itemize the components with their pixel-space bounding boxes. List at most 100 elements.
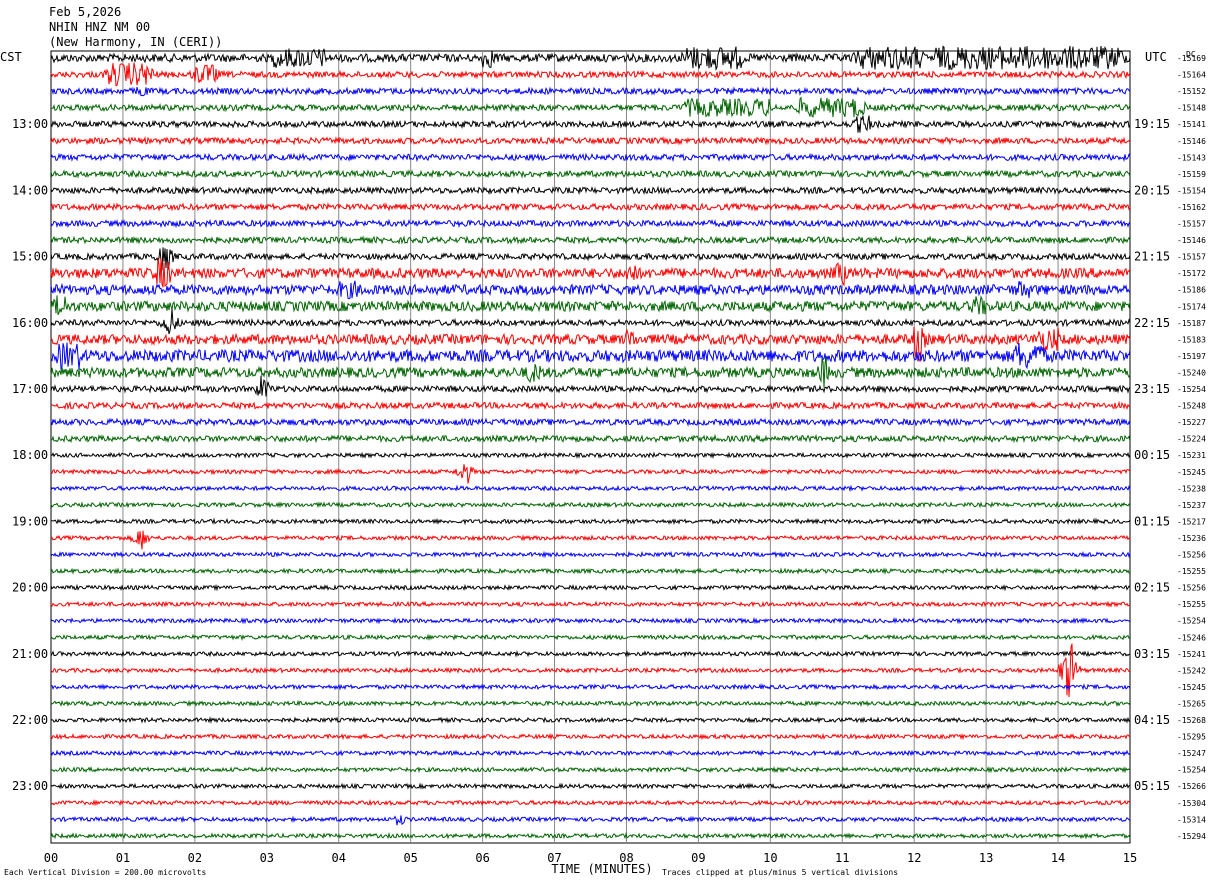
seismic-trace-32 (50, 583, 1131, 592)
right-hour-label: 21:15 (1134, 250, 1170, 264)
seismic-trace-2 (50, 86, 1131, 97)
dc-offset-label: -15247 (1177, 749, 1206, 758)
dc-offset-label: -15143 (1177, 153, 1206, 162)
dc-offset-label: -15237 (1177, 501, 1206, 510)
seismic-trace-6 (50, 152, 1131, 163)
seismic-trace-1 (50, 62, 1131, 87)
dc-offset-label: -15236 (1177, 534, 1206, 543)
dc-offset-label: -15157 (1177, 220, 1206, 229)
seismic-trace-46 (50, 815, 1131, 826)
seismic-trace-29 (50, 530, 1131, 550)
dc-offset-label: -15268 (1177, 716, 1206, 725)
right-hour-label: 04:15 (1134, 713, 1170, 727)
left-hour-label: 13:00 (12, 117, 48, 131)
x-tick-label: 14 (1051, 851, 1065, 865)
seismic-trace-21 (50, 400, 1131, 411)
right-hour-label: 01:15 (1134, 514, 1170, 528)
x-tick-label: 02 (188, 851, 202, 865)
seismic-trace-30 (50, 550, 1131, 559)
x-tick-label: 15 (1123, 851, 1137, 865)
x-tick-label: 12 (907, 851, 921, 865)
x-tick-label: 06 (475, 851, 489, 865)
dc-header-label: DC (1186, 50, 1196, 59)
seismic-trace-24 (50, 451, 1131, 460)
seismic-trace-44 (50, 782, 1131, 790)
dc-offset-label: -15266 (1177, 782, 1206, 791)
seismic-trace-26 (50, 484, 1131, 493)
seismic-trace-20 (50, 375, 1131, 397)
seismic-trace-40 (50, 716, 1131, 724)
dc-offset-label: -15240 (1177, 368, 1206, 377)
seismic-trace-8 (50, 185, 1131, 196)
dc-offset-label: -15238 (1177, 484, 1206, 493)
dc-offset-label: -15154 (1177, 186, 1206, 195)
dc-offset-label: -15295 (1177, 733, 1206, 742)
seismic-trace-11 (50, 235, 1131, 245)
seismic-trace-35 (50, 633, 1131, 641)
x-tick-label: 11 (835, 851, 849, 865)
left-hour-label: 15:00 (12, 250, 48, 264)
right-hour-label: 05:15 (1134, 779, 1170, 793)
dc-offset-label: -15255 (1177, 600, 1206, 609)
dc-offset-label: -15146 (1177, 236, 1206, 245)
dc-offset-label: -15162 (1177, 203, 1206, 212)
seismic-trace-34 (50, 616, 1131, 625)
dc-offset-label: -15187 (1177, 319, 1206, 328)
dc-offset-label: -15254 (1177, 766, 1206, 775)
x-tick-label: 09 (691, 851, 705, 865)
left-timezone-label: CST (0, 50, 22, 64)
dc-offset-label: -15172 (1177, 269, 1206, 278)
seismic-trace-5 (50, 136, 1131, 146)
seismic-trace-4 (50, 115, 1131, 133)
dc-offset-label: -15174 (1177, 302, 1206, 311)
right-hour-label: 19:15 (1134, 117, 1170, 131)
dc-offset-label: -15152 (1177, 87, 1206, 96)
right-hour-label: 20:15 (1134, 183, 1170, 197)
x-tick-label: 01 (116, 851, 130, 865)
right-hour-label: 03:15 (1134, 647, 1170, 661)
left-hour-label: 18:00 (12, 448, 48, 462)
left-hour-label: 23:00 (12, 779, 48, 793)
dc-offset-label: -15146 (1177, 137, 1206, 146)
x-tick-label: 13 (979, 851, 993, 865)
seismic-trace-9 (50, 202, 1131, 212)
seismic-trace-12 (50, 247, 1131, 271)
seismic-trace-38 (50, 683, 1131, 691)
dc-offset-label: -15248 (1177, 402, 1206, 411)
date-label: Feb 5,2026 (49, 5, 122, 19)
seismic-trace-28 (51, 517, 1131, 526)
dc-offset-label: -15246 (1177, 633, 1206, 642)
dc-offset-label: -15256 (1177, 551, 1206, 560)
right-hour-label: 23:15 (1134, 382, 1170, 396)
dc-offset-label: -15164 (1177, 71, 1206, 80)
seismic-trace-14 (50, 280, 1131, 300)
left-hour-label: 20:00 (12, 581, 48, 595)
dc-offset-label: -15148 (1177, 104, 1206, 113)
seismic-trace-45 (50, 798, 1131, 807)
x-tick-label: 00 (44, 851, 58, 865)
dc-offset-label: -15231 (1177, 451, 1206, 460)
dc-offset-label: -15294 (1177, 832, 1206, 841)
seismogram-plot: -15169-15164-15152-15148-15141-15146-151… (4, 45, 1206, 877)
location-label: (New Harmony, IN (CERI)) (49, 35, 223, 49)
seismic-trace-39 (50, 699, 1131, 708)
x-tick-label: 03 (260, 851, 274, 865)
right-hour-label: 00:15 (1134, 448, 1170, 462)
dc-offset-label: -15245 (1177, 468, 1206, 477)
seismic-trace-41 (50, 732, 1131, 741)
seismic-trace-36 (50, 649, 1131, 658)
seismic-trace-17 (50, 326, 1131, 363)
seismic-trace-16 (50, 308, 1131, 335)
plot-frame (50, 50, 1131, 844)
seismic-trace-42 (50, 749, 1131, 757)
seismic-trace-31 (50, 567, 1131, 575)
dc-offset-label: -15314 (1177, 815, 1206, 824)
left-hour-label: 14:00 (12, 183, 48, 197)
dc-offset-label: -15241 (1177, 650, 1206, 659)
dc-offset-label: -15141 (1177, 120, 1206, 129)
seismic-trace-33 (50, 600, 1131, 608)
seismic-trace-22 (50, 417, 1131, 427)
dc-offset-label: -15227 (1177, 418, 1206, 427)
dc-offset-label: -15224 (1177, 435, 1206, 444)
x-tick-label: 05 (403, 851, 417, 865)
